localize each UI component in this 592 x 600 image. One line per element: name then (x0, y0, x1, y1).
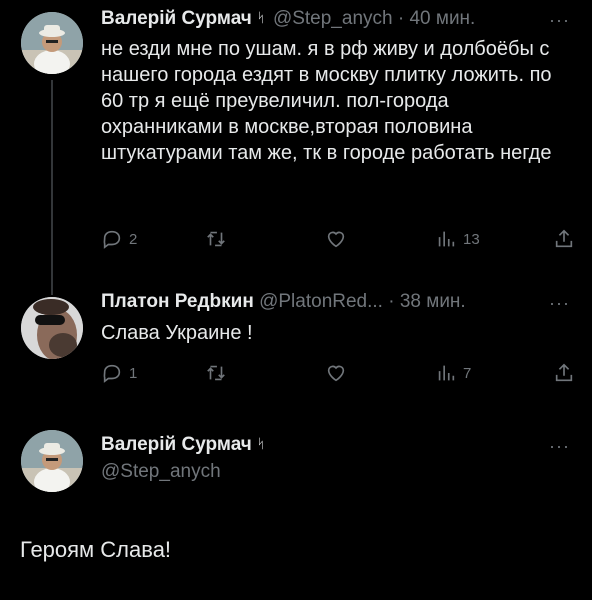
user-handle[interactable]: @PlatonRed... (259, 291, 383, 312)
reply-count: 1 (129, 364, 138, 382)
action-bar: 2 13 (101, 228, 576, 252)
views-icon (438, 365, 455, 381)
retweet-button[interactable] (205, 362, 233, 384)
rune-badge-icon: ᛋ (256, 436, 265, 451)
user-name[interactable]: Валерій Сурмач (101, 434, 252, 455)
separator-dot: · (388, 291, 395, 312)
thread-line (51, 80, 53, 290)
author-name-row: Валерій Сурмач ᛋ (101, 434, 268, 456)
views-icon (438, 231, 455, 247)
timestamp[interactable]: 38 мин. (400, 291, 466, 312)
views-button[interactable]: 13 (435, 228, 480, 250)
main-tweet: Валерій Сурмач ᛋ @Step_anych ··· (0, 410, 592, 600)
reply-icon (103, 364, 121, 383)
reply-count: 2 (129, 230, 138, 248)
like-icon (327, 231, 345, 248)
retweet-icon (207, 231, 225, 247)
tweet-header: Платон Редbкин @PlatonRed... · 38 мин. (101, 291, 466, 313)
share-button[interactable] (553, 362, 581, 384)
retweet-icon (207, 365, 225, 381)
avatar[interactable] (21, 12, 83, 74)
user-handle[interactable]: @Step_anych (101, 461, 221, 482)
tweet-1[interactable]: Валерій Сурмач ᛋ @Step_anych · 40 мин. ··… (0, 0, 592, 290)
user-name[interactable]: Платон Редbкин (101, 291, 254, 312)
thread-line (51, 290, 53, 295)
more-options-icon[interactable]: ··· (549, 293, 570, 314)
tweet-text: не езди мне по ушам. я в рф живу и долбо… (101, 38, 552, 164)
separator-dot: · (397, 8, 405, 29)
timestamp[interactable]: 40 мин. (409, 8, 475, 29)
main-tweet-text: Героям Слава! (20, 537, 172, 562)
reply-button[interactable]: 2 (101, 228, 137, 250)
share-icon (555, 363, 573, 382)
tweet-2[interactable]: Платон Редbкин @PlatonRed... · 38 мин. ·… (0, 290, 592, 410)
tweet-header: Валерій Сурмач ᛋ @Step_anych · 40 мин. (101, 8, 475, 30)
more-options-icon[interactable]: ··· (549, 10, 570, 31)
views-count: 7 (463, 364, 472, 382)
views-button[interactable]: 7 (435, 362, 471, 384)
reply-button[interactable]: 1 (101, 362, 137, 384)
tweet-text: Слава Украине ! (101, 322, 253, 344)
reply-icon (103, 230, 121, 249)
views-count: 13 (463, 230, 480, 248)
share-button[interactable] (553, 228, 581, 250)
avatar[interactable] (21, 430, 83, 492)
share-icon (555, 229, 573, 248)
like-button[interactable] (325, 362, 353, 384)
like-button[interactable] (325, 228, 353, 250)
like-icon (327, 365, 345, 382)
avatar[interactable] (21, 297, 83, 359)
action-bar: 1 7 (101, 362, 576, 386)
author-handle-row: @Step_anych (101, 461, 221, 483)
more-options-icon[interactable]: ··· (549, 436, 570, 457)
rune-badge-icon: ᛋ (256, 10, 265, 25)
retweet-button[interactable] (205, 228, 233, 250)
user-handle[interactable]: @Step_anych (273, 8, 393, 29)
user-name[interactable]: Валерій Сурмач (101, 8, 252, 29)
